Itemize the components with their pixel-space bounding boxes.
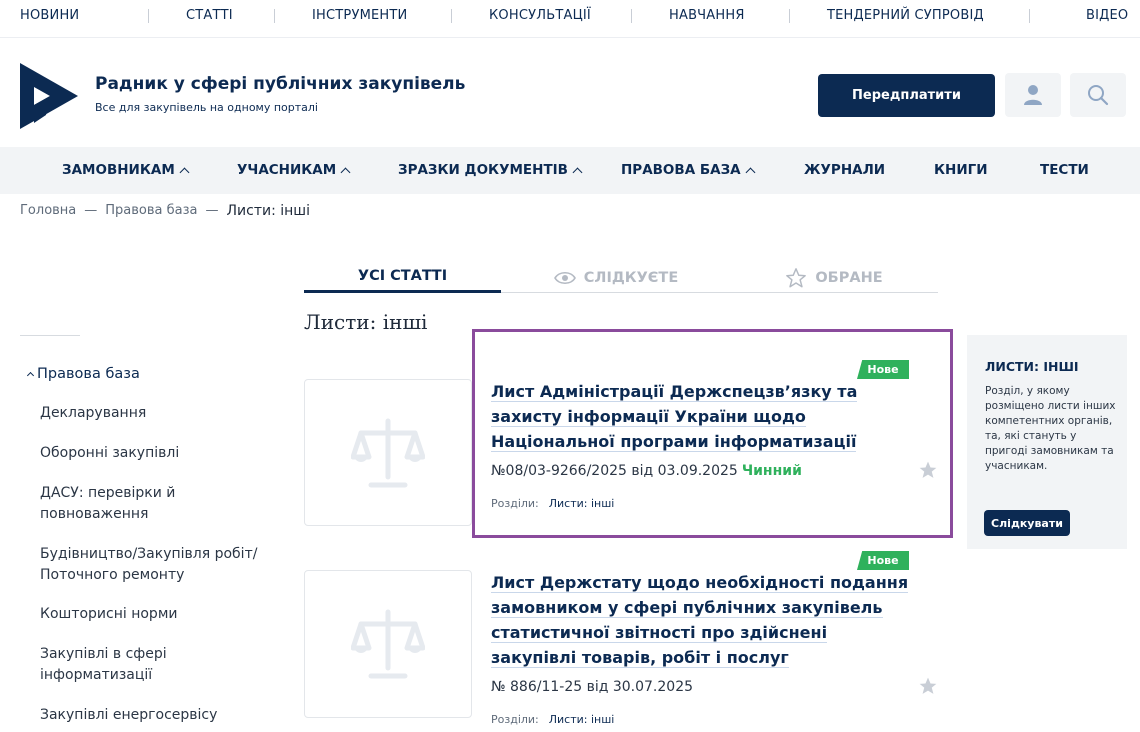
top-nav-news[interactable]: НОВИНИ (20, 8, 79, 23)
search-icon (1088, 85, 1109, 106)
top-nav-separator (1029, 9, 1030, 23)
article-status: Чинний (741, 463, 802, 479)
breadcrumb-parent[interactable]: Правова база (105, 203, 197, 219)
main-nav-legal-base[interactable]: ПРАВОВА БАЗА (621, 162, 756, 178)
scales-icon (351, 609, 425, 679)
breadcrumb-separator: — (84, 203, 98, 218)
top-nav-separator (631, 9, 632, 23)
article-sections: Розділи: Листи: інші (491, 713, 614, 726)
article-meta: №08/03-9266/2025 від 03.09.2025 Чинний (491, 463, 802, 479)
sections-label: Розділи: (491, 713, 539, 726)
info-box-title: ЛИСТИ: ІНШІ (985, 359, 1079, 374)
new-badge: Нове (857, 360, 909, 379)
sections-label: Розділи: (491, 497, 539, 510)
article-thumbnail[interactable] (304, 379, 472, 526)
sidebar-root-legal-base[interactable]: Правова база (26, 366, 140, 382)
main-navigation: ЗАМОВНИКАМ УЧАСНИКАМ ЗРАЗКИ ДОКУМЕНТІВ П… (0, 147, 1140, 194)
main-nav-label: ТЕСТИ (1040, 162, 1089, 178)
favorite-star-icon[interactable] (918, 460, 938, 480)
favorite-star-icon[interactable] (918, 676, 938, 696)
breadcrumb-home[interactable]: Головна (20, 203, 76, 219)
chevron-up-icon (572, 167, 583, 177)
top-nav-training[interactable]: НАВЧАННЯ (669, 8, 745, 23)
new-badge: Нове (857, 551, 909, 570)
article-number-date: №08/03-9266/2025 від 03.09.2025 (491, 463, 738, 479)
tab-following[interactable]: СЛІДКУЄТЕ (536, 262, 696, 293)
main-nav-tests[interactable]: ТЕСТИ (1040, 162, 1089, 178)
subscribe-button[interactable]: Передплатити (818, 74, 995, 117)
main-nav-label: ЖУРНАЛИ (804, 162, 886, 178)
sidebar-item-informatization[interactable]: Закупівлі в сфері інформатизації (40, 644, 280, 686)
breadcrumb-current: Листи: інші (226, 203, 311, 219)
site-title[interactable]: Радник у сфері публічних закупівель (95, 74, 465, 94)
main-nav-label: ПРАВОВА БАЗА (621, 162, 741, 178)
main-nav-label: КНИГИ (934, 162, 988, 178)
main-nav-document-samples[interactable]: ЗРАЗКИ ДОКУМЕНТІВ (398, 162, 583, 178)
sidebar-item-estimate-norms[interactable]: Кошторисні норми (40, 604, 280, 625)
follow-button[interactable]: Слідкувати (984, 510, 1070, 536)
eye-icon (553, 271, 576, 284)
article-sections: Розділи: Листи: інші (491, 497, 614, 510)
main-nav-customers[interactable]: ЗАМОВНИКАМ (62, 162, 190, 178)
tab-label: УСІ СТАТТІ (357, 268, 448, 284)
sidebar-item-dasu[interactable]: ДАСУ: перевірки й повноваження (40, 483, 280, 525)
category-info-box: ЛИСТИ: ІНШІ Розділ, у якому розміщено ли… (967, 335, 1127, 549)
article-title[interactable]: Лист Держстату щодо необхідності подання… (491, 570, 911, 670)
chevron-up-icon (26, 371, 35, 380)
sidebar-root-label: Правова база (37, 366, 140, 382)
tab-favorites[interactable]: ОБРАНЕ (774, 262, 894, 293)
top-nav-video[interactable]: ВІДЕО (1086, 8, 1128, 23)
main-nav-label: УЧАСНИКАМ (237, 162, 337, 178)
site-logo[interactable] (20, 63, 78, 129)
top-navigation: НОВИНИ СТАТТІ ІНСТРУМЕНТИ КОНСУЛЬТАЦІЇ Н… (0, 0, 1140, 38)
tab-label: ОБРАНЕ (815, 269, 883, 286)
site-subtitle: Все для закупівель на одному порталі (95, 101, 318, 114)
main-nav-journals[interactable]: ЖУРНАЛИ (804, 162, 885, 178)
account-button[interactable] (1005, 73, 1061, 117)
main-nav-books[interactable]: КНИГИ (934, 162, 988, 178)
article-thumbnail[interactable] (304, 570, 472, 718)
top-nav-tender-support[interactable]: ТЕНДЕРНИЙ СУПРОВІД (827, 8, 984, 23)
sidebar-divider (20, 335, 80, 336)
chevron-up-icon (340, 167, 351, 177)
breadcrumb: Головна — Правова база — Листи: інші (20, 203, 310, 219)
sidebar-item-defense-procurement[interactable]: Оборонні закупівлі (40, 443, 280, 464)
chevron-up-icon (179, 167, 190, 177)
article-meta: № 886/11-25 від 30.07.2025 (491, 679, 693, 695)
section-link[interactable]: Листи: інші (549, 713, 615, 726)
search-button[interactable] (1070, 73, 1126, 117)
top-nav-consultations[interactable]: КОНСУЛЬТАЦІЇ (489, 8, 591, 23)
article-title-text: Лист Адміністрації Держспецзв’язку та за… (491, 382, 858, 452)
chevron-up-icon (745, 167, 756, 177)
breadcrumb-separator: — (205, 203, 219, 218)
article-tabs: УСІ СТАТТІ СЛІДКУЄТЕ ОБРАНЕ (304, 258, 938, 293)
section-link[interactable]: Листи: інші (549, 497, 615, 510)
sidebar-item-energy-service[interactable]: Закупівлі енергосервісу (40, 705, 280, 726)
top-nav-separator (789, 9, 790, 23)
main-nav-label: ЗРАЗКИ ДОКУМЕНТІВ (398, 162, 568, 178)
main-nav-participants[interactable]: УЧАСНИКАМ (237, 162, 351, 178)
top-nav-separator (148, 9, 149, 23)
top-nav-tools[interactable]: ІНСТРУМЕНТИ (312, 8, 407, 23)
main-nav-label: ЗАМОВНИКАМ (62, 162, 175, 178)
article-title-text: Лист Держстату щодо необхідності подання… (491, 573, 909, 668)
top-nav-separator (274, 9, 275, 23)
section-title: Листи: інші (304, 310, 428, 334)
article-title[interactable]: Лист Адміністрації Держспецзв’язку та за… (491, 379, 911, 454)
scales-icon (351, 418, 425, 487)
top-nav-separator (451, 9, 452, 23)
info-box-description: Розділ, у якому розміщено листи інших ко… (985, 385, 1116, 472)
tab-label: СЛІДКУЄТЕ (583, 269, 679, 286)
article-number-date: № 886/11-25 від 30.07.2025 (491, 679, 694, 695)
top-nav-articles[interactable]: СТАТТІ (186, 8, 233, 23)
user-icon (1024, 85, 1042, 105)
sidebar-item-construction[interactable]: Будівництво/Закупівля робіт/ Поточного р… (40, 544, 280, 586)
tab-all-articles[interactable]: УСІ СТАТТІ (304, 262, 501, 293)
sidebar-item-declaration[interactable]: Декларування (40, 403, 280, 424)
star-outline-icon (786, 267, 807, 287)
